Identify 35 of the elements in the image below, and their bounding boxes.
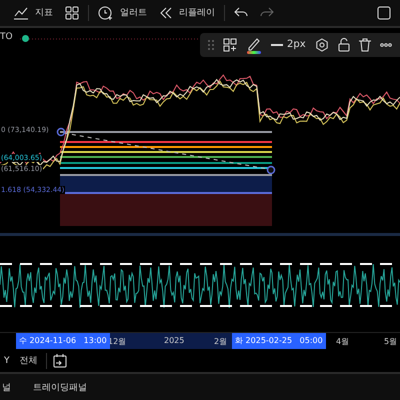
line-width-button[interactable]: 2px	[271, 39, 306, 50]
chart-icon	[13, 6, 29, 20]
axis-label: 2월	[214, 336, 228, 348]
axis-label: 2025	[164, 336, 184, 346]
indicators-button[interactable]: 지표	[10, 4, 56, 22]
symbol-label: TO	[0, 32, 13, 42]
status-dot	[22, 34, 29, 42]
range-button[interactable]: 전체	[18, 352, 40, 370]
calendar-icon[interactable]	[52, 354, 66, 368]
replay-button[interactable]: 리플레이	[156, 4, 218, 22]
anchor-handle[interactable]	[266, 165, 276, 174]
grid-icon	[65, 6, 79, 20]
line-icon	[271, 44, 283, 46]
axis-label: 4월	[336, 336, 350, 348]
unlocked-padlock-icon[interactable]	[338, 38, 350, 52]
anchor-handle[interactable]	[56, 127, 66, 136]
settings-icon[interactable]	[314, 38, 329, 52]
trash-icon[interactable]	[358, 38, 371, 52]
panel-tab[interactable]: 트레이딩패널	[31, 378, 89, 396]
alarm-clock-icon	[98, 4, 114, 21]
panel-tab[interactable]: 널	[0, 378, 13, 396]
date-label: 수 2024-11-06 13:00	[16, 333, 110, 350]
more-icon[interactable]	[380, 42, 392, 47]
rewind-icon	[159, 6, 173, 19]
range-button[interactable]: Y	[2, 354, 12, 368]
axis-label: 5월	[384, 336, 398, 348]
undo-icon	[234, 6, 248, 19]
date-label: 화 2025-02-25 05:00	[232, 333, 326, 350]
add-template-icon[interactable]	[223, 38, 237, 52]
axis-label: 12월	[108, 336, 126, 348]
drag-handle-icon[interactable]	[208, 38, 214, 51]
square-icon	[377, 6, 391, 20]
pencil-icon[interactable]	[246, 36, 262, 54]
alert-button[interactable]: 얼러트	[95, 2, 150, 23]
redo-icon	[260, 6, 274, 19]
